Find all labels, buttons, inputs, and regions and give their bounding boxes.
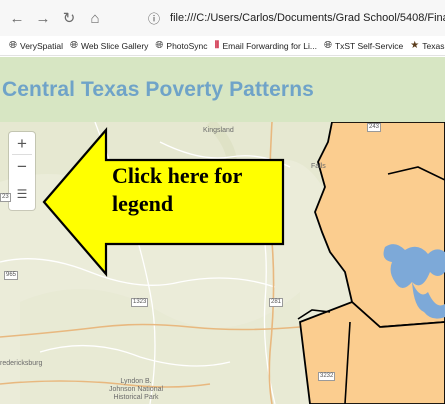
route-shield-1323: 1323 [131,298,149,307]
bookmark-email-forwarding[interactable]: Ⅱ Email Forwarding for Li... [215,40,317,51]
address-bar[interactable]: ⓘ file:///C:/Users/Carlos/Documents/Grad… [148,7,445,29]
university-logo-icon: Ⅱ [214,40,220,51]
globe-icon: 🌐︎ [323,40,332,51]
place-label-fredericksburg: redericksburg [0,360,43,367]
bookmark-label: Web Slice Gallery [81,40,149,51]
bookmark-label: Texas Stat [422,40,445,51]
bookmark-label: VerySpatial [20,40,63,51]
url-text[interactable]: file:///C:/Users/Carlos/Documents/Grad S… [170,12,445,24]
bookmark-txst-self-service[interactable]: 🌐︎ TxST Self-Service [324,40,403,51]
back-arrow-icon[interactable]: ← [6,7,28,29]
zoom-out-button[interactable]: − [9,155,35,177]
place-label-lbj-park: Lyndon B. Johnson National Historical Pa… [108,378,164,401]
bookmark-label: PhotoSync [166,40,208,51]
home-icon[interactable]: ⌂ [84,7,106,29]
route-shield-3232: 3232 [318,372,336,381]
globe-icon: 🌐︎ [155,40,164,51]
bookmarks-bar: 🌐︎ VerySpatial 🌐︎ Web Slice Gallery 🌐︎ P… [0,36,445,56]
bookmark-texas-state[interactable]: ★ Texas Stat [410,40,445,51]
bookmark-photosync[interactable]: 🌐︎ PhotoSync [155,40,207,51]
page-title: Central Texas Poverty Patterns [2,78,314,101]
zoom-in-button[interactable]: + [9,132,35,154]
star-logo-icon: ★ [410,40,420,51]
legend-button[interactable]: ☰ [9,182,35,206]
place-label-falls: Falls [311,163,326,170]
info-icon[interactable]: ⓘ [148,10,160,27]
route-shield-281: 281 [269,298,284,307]
route-shield-965: 965 [4,271,19,280]
place-label-kingsland: Kingsland [203,127,234,134]
legend-callout-text: Click here for legend [112,163,242,216]
page-header: Central Texas Poverty Patterns [0,57,445,122]
reload-icon[interactable]: ↻ [58,7,80,29]
browser-nav-bar: ← → ↻ ⌂ ⓘ file:///C:/Users/Carlos/Docume… [0,0,445,36]
globe-icon: 🌐︎ [70,40,78,51]
legend-list-icon: ☰ [16,187,28,201]
bookmark-label: TxST Self-Service [334,40,404,51]
route-shield-243: 243 [367,123,382,132]
forward-arrow-icon[interactable]: → [32,7,54,29]
bookmark-web-slice-gallery[interactable]: 🌐︎ Web Slice Gallery [70,40,148,51]
bookmark-label: Email Forwarding for Li... [222,40,317,51]
globe-icon: 🌐︎ [9,40,17,51]
bookmark-veryspatial[interactable]: 🌐︎ VerySpatial [9,40,63,51]
route-shield-23: 23 [0,193,11,202]
